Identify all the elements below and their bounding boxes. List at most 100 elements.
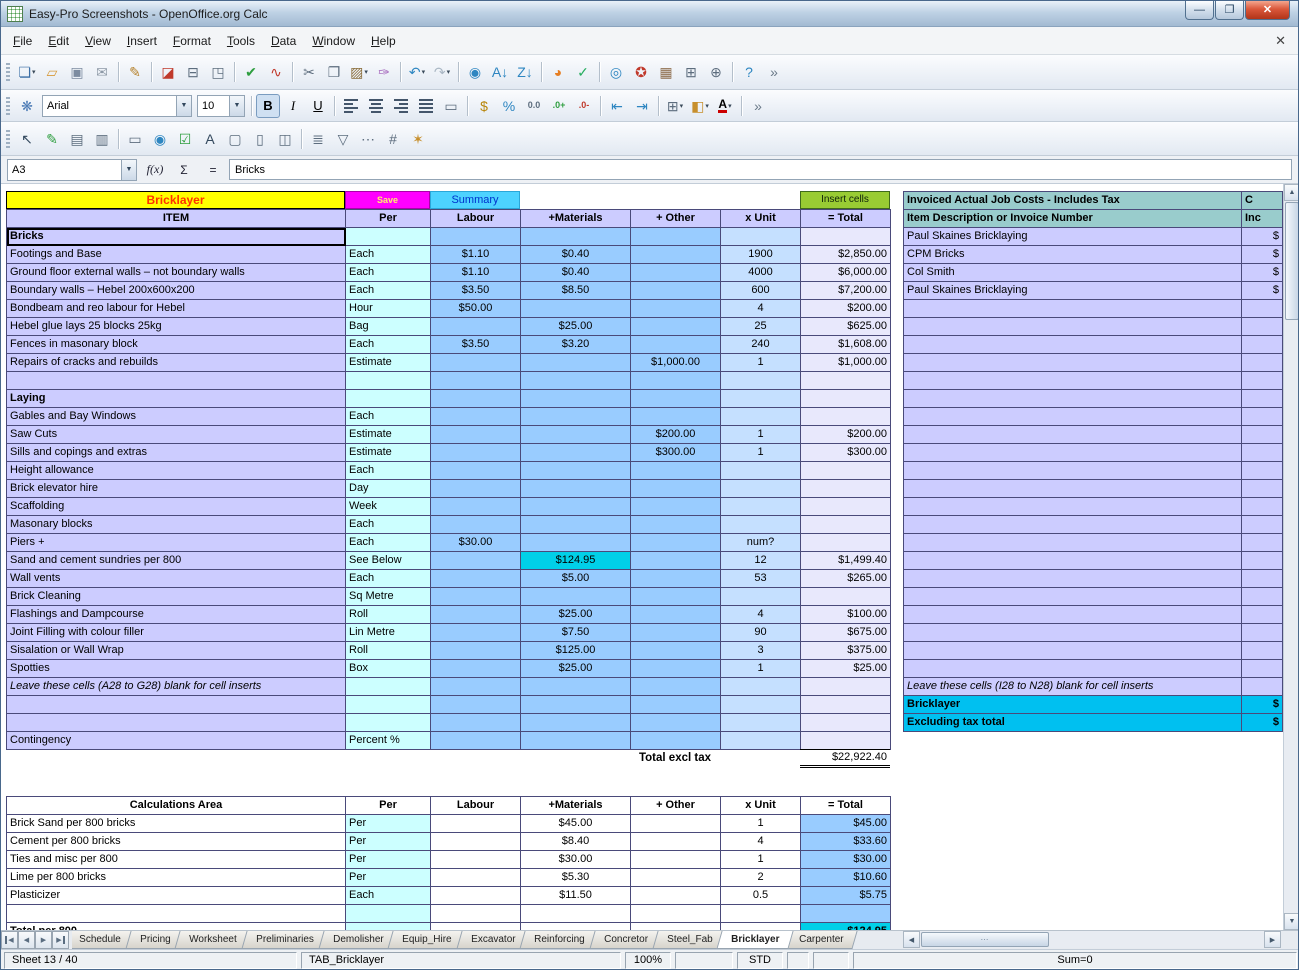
- background-color-icon[interactable]: ◧▾: [688, 94, 712, 118]
- cell-item-row24[interactable]: Sisalation or Wall Wrap: [7, 642, 346, 660]
- cell-materials-row13[interactable]: [521, 444, 631, 462]
- cell-item-row9[interactable]: [7, 372, 346, 390]
- invoice-frag-row5[interactable]: [1242, 300, 1283, 318]
- cell-materials-row1[interactable]: [521, 228, 631, 246]
- toolbar-overflow-icon[interactable]: »: [762, 60, 786, 84]
- next-sheet-icon[interactable]: ▶: [35, 931, 52, 949]
- formula-input[interactable]: Bricks: [229, 159, 1292, 180]
- cell-total-row28[interactable]: [801, 714, 891, 732]
- gallery-icon[interactable]: ▦: [654, 60, 678, 84]
- cell-total-row23[interactable]: $675.00: [801, 624, 891, 642]
- cell-per-row20[interactable]: Each: [346, 570, 431, 588]
- calc-cell-other-row3[interactable]: [631, 851, 721, 869]
- close-button[interactable]: ✕: [1245, 1, 1290, 20]
- cell-total-row21[interactable]: [801, 588, 891, 606]
- cell-unit-row22[interactable]: 4: [721, 606, 801, 624]
- label-field-icon[interactable]: A: [198, 127, 222, 151]
- cell-total-row2[interactable]: $2,850.00: [801, 246, 891, 264]
- number-percent-icon[interactable]: %: [497, 94, 521, 118]
- cell-labour-row20[interactable]: [431, 570, 521, 588]
- cell-total-row20[interactable]: $265.00: [801, 570, 891, 588]
- invoice-desc-row10[interactable]: [904, 390, 1242, 408]
- cell-per-row2[interactable]: Each: [346, 246, 431, 264]
- cell-materials-row27[interactable]: [521, 696, 631, 714]
- first-sheet-icon[interactable]: ◀: [1, 931, 18, 949]
- sheet-tab-concretor[interactable]: Concretor: [589, 931, 662, 949]
- calc-cell-per-row3[interactable]: Per: [346, 851, 431, 869]
- invoice-frag-row11[interactable]: [1242, 408, 1283, 426]
- insert-chart-icon[interactable]: ◕: [546, 60, 570, 84]
- calc-cell-unit-row5[interactable]: 0.5: [721, 887, 801, 905]
- invoice-frag-row14[interactable]: [1242, 462, 1283, 480]
- undo-icon[interactable]: ↶▾: [405, 60, 429, 84]
- hyperlink-icon[interactable]: ◉: [463, 60, 487, 84]
- status-selection-mode[interactable]: STD: [737, 952, 783, 969]
- dropdown-arrow-icon[interactable]: ▼: [121, 160, 136, 180]
- cell-other-row21[interactable]: [631, 588, 721, 606]
- cell-labour-row11[interactable]: [431, 408, 521, 426]
- invoice-desc-row18[interactable]: [904, 534, 1242, 552]
- cell-labour-row24[interactable]: [431, 642, 521, 660]
- cell-per-row22[interactable]: Roll: [346, 606, 431, 624]
- cell-unit-row24[interactable]: 3: [721, 642, 801, 660]
- scroll-up-icon[interactable]: ▲: [1284, 184, 1299, 201]
- group-box-icon[interactable]: ▢: [223, 127, 247, 151]
- sort-descending-icon[interactable]: Z↓: [513, 60, 537, 84]
- cell-total-row13[interactable]: $300.00: [801, 444, 891, 462]
- calc-cell-other-row1[interactable]: [631, 815, 721, 833]
- list-box-icon[interactable]: ≣: [306, 127, 330, 151]
- cell-item-row28[interactable]: [7, 714, 346, 732]
- cell-item-row5[interactable]: Bondbeam and reo labour for Hebel: [7, 300, 346, 318]
- cell-total-row11[interactable]: [801, 408, 891, 426]
- cell-labour-row19[interactable]: [431, 552, 521, 570]
- summary-button[interactable]: Summary: [430, 191, 520, 209]
- invoice-frag-row25[interactable]: [1242, 660, 1283, 678]
- cell-per-row5[interactable]: Hour: [346, 300, 431, 318]
- invoice-frag-row3[interactable]: $: [1242, 264, 1283, 282]
- cell-other-row28[interactable]: [631, 714, 721, 732]
- cell-materials-row20[interactable]: $5.00: [521, 570, 631, 588]
- cell-item-row7[interactable]: Fences in masonary block: [7, 336, 346, 354]
- cell-materials-row24[interactable]: $125.00: [521, 642, 631, 660]
- cut-icon[interactable]: ✂: [297, 60, 321, 84]
- calc-cell-per-row7[interactable]: [346, 923, 431, 930]
- spellcheck-icon[interactable]: ✔: [239, 60, 263, 84]
- cell-labour-row28[interactable]: [431, 714, 521, 732]
- menu-view[interactable]: View: [77, 31, 119, 51]
- cell-labour-row18[interactable]: $30.00: [431, 534, 521, 552]
- cell-materials-row22[interactable]: $25.00: [521, 606, 631, 624]
- banner-empty-cell[interactable]: [520, 191, 630, 209]
- cell-materials-row21[interactable]: [521, 588, 631, 606]
- calc-cell-total-row4[interactable]: $10.60: [801, 869, 891, 887]
- find-replace-icon[interactable]: ◎: [604, 60, 628, 84]
- cell-per-row26[interactable]: [346, 678, 431, 696]
- cell-materials-row7[interactable]: $3.20: [521, 336, 631, 354]
- total-excl-tax-value[interactable]: $22,922.40: [800, 749, 890, 768]
- scroll-down-icon[interactable]: ▼: [1284, 913, 1299, 930]
- format-paintbrush-icon[interactable]: ✑: [372, 60, 396, 84]
- cell-labour-row16[interactable]: [431, 498, 521, 516]
- invoice-frag-row23[interactable]: [1242, 624, 1283, 642]
- horizontal-scrollbar[interactable]: ◀ ⋯ ▶: [903, 931, 1281, 948]
- cell-total-row6[interactable]: $625.00: [801, 318, 891, 336]
- calc-cell-item-row3[interactable]: Ties and misc per 800: [7, 851, 346, 869]
- number-currency-icon[interactable]: $: [472, 94, 496, 118]
- cell-other-row26[interactable]: [631, 678, 721, 696]
- banner-empty-cell[interactable]: [720, 191, 800, 209]
- cell-total-row22[interactable]: $100.00: [801, 606, 891, 624]
- cell-per-row8[interactable]: Estimate: [346, 354, 431, 372]
- cell-labour-row22[interactable]: [431, 606, 521, 624]
- sheet-tab-equip_hire[interactable]: Equip_Hire: [388, 931, 467, 949]
- calculations-area-table[interactable]: Calculations AreaPerLabour+Materials+ Ot…: [6, 796, 891, 930]
- align-center-icon[interactable]: [364, 94, 388, 118]
- increase-indent-icon[interactable]: ⇥: [630, 94, 654, 118]
- cell-unit-row20[interactable]: 53: [721, 570, 801, 588]
- cell-labour-row23[interactable]: [431, 624, 521, 642]
- invoice-desc-row14[interactable]: [904, 462, 1242, 480]
- calc-cell-unit-row4[interactable]: 2: [721, 869, 801, 887]
- scroll-left-icon[interactable]: ◀: [903, 931, 920, 948]
- calc-cell-item-row2[interactable]: Cement per 800 bricks: [7, 833, 346, 851]
- calc-cell-item-row7[interactable]: Total per 800: [7, 923, 346, 930]
- email-icon[interactable]: ✉: [90, 60, 114, 84]
- cell-unit-row29[interactable]: [721, 732, 801, 750]
